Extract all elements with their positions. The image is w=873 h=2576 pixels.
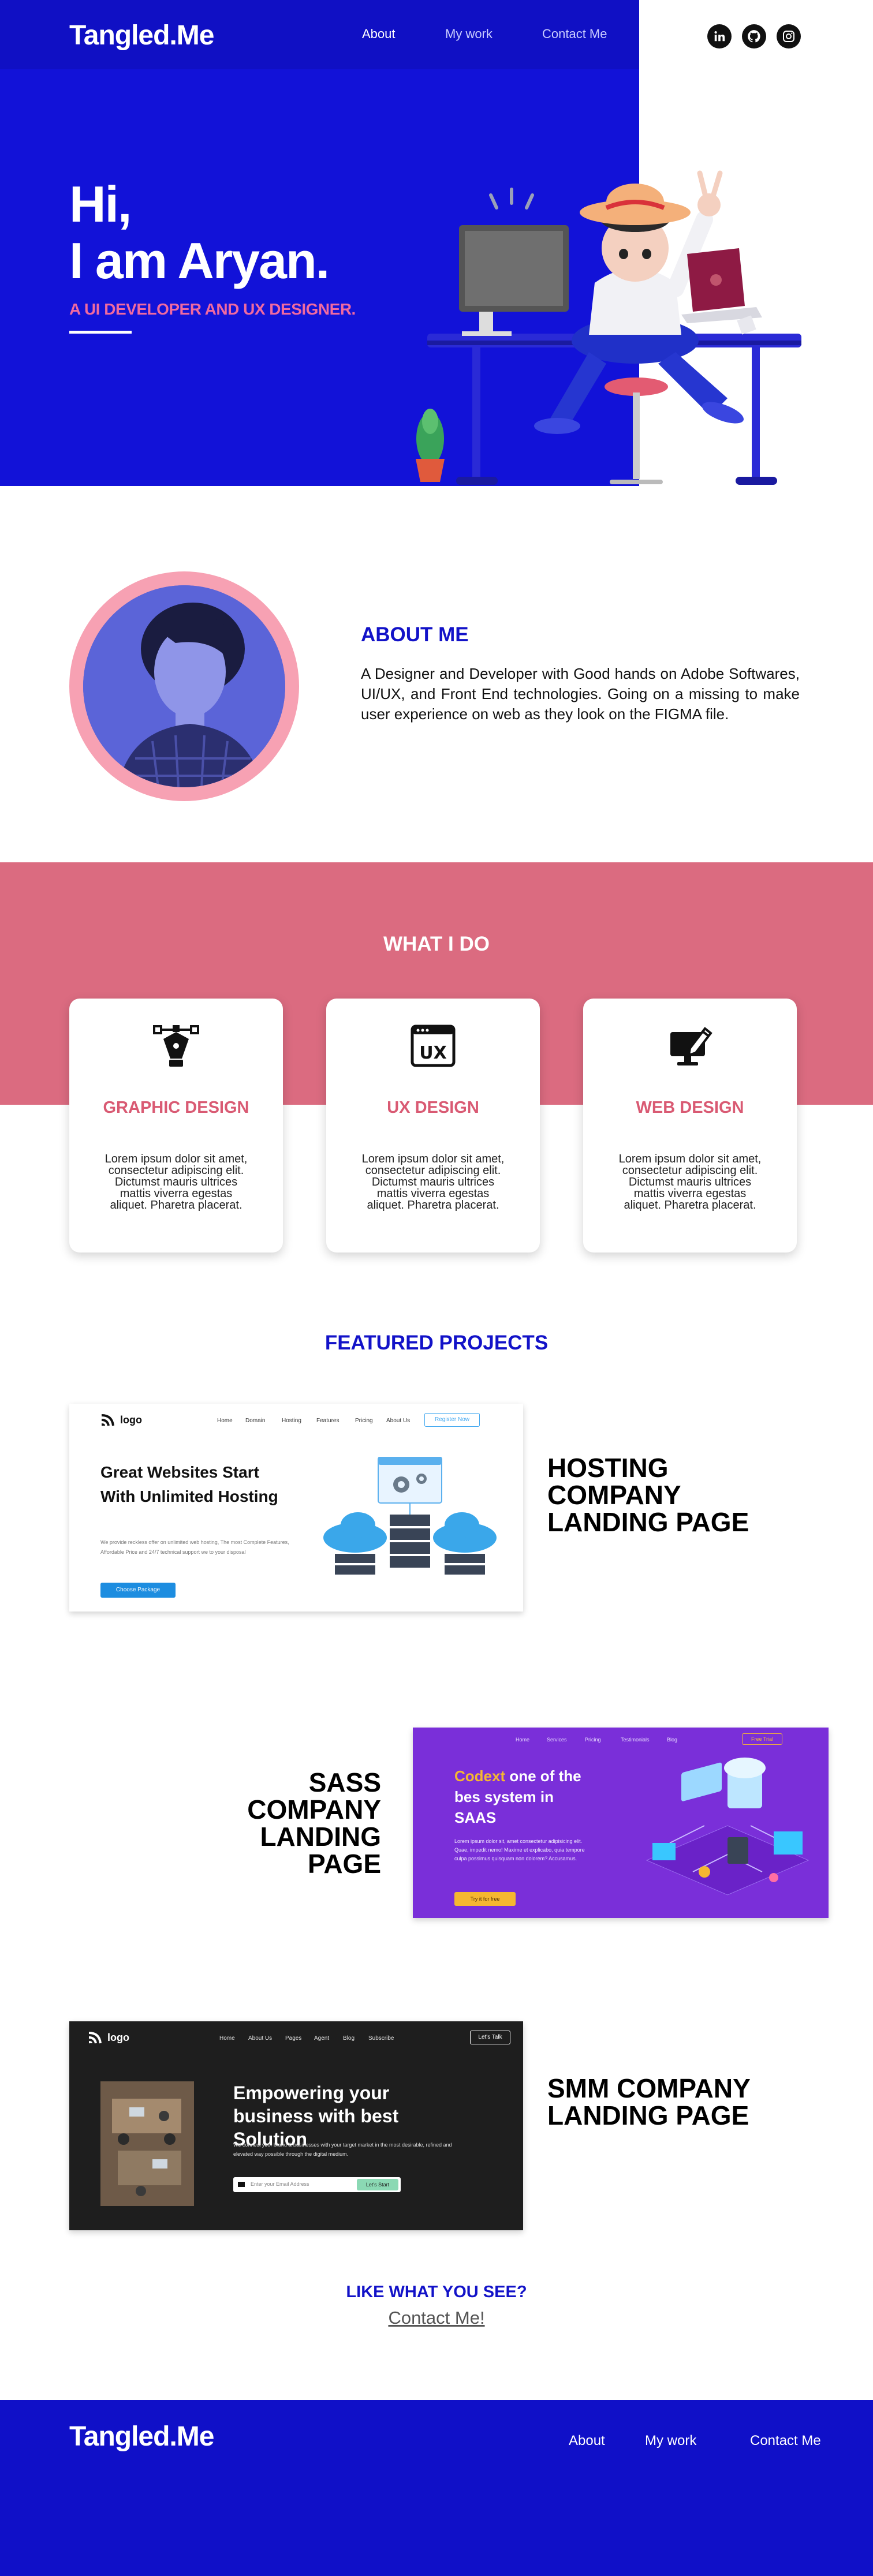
preview-logo: logo	[120, 1414, 142, 1426]
nav-contact[interactable]: Contact Me	[542, 27, 607, 42]
email-field: Enter your Email Address Let's Start	[233, 2177, 401, 2192]
hero-subtitle: A UI DEVELOPER AND UX DESIGNER.	[69, 300, 356, 318]
hero-underline	[69, 331, 132, 334]
monitor-pen-icon	[670, 1027, 712, 1065]
contact-me-link[interactable]: Contact Me!	[0, 2308, 873, 2328]
preview-heading-accent: Codext	[454, 1767, 506, 1785]
preview-nav-item: Services	[547, 1737, 567, 1743]
preview-nav-item: About Us	[386, 1418, 411, 1424]
preview-nav-item: Home	[219, 2035, 235, 2042]
preview-nav-item: Blog	[667, 1737, 678, 1743]
preview-nav-item: Hosting	[282, 1418, 301, 1424]
profile-photo-ring	[69, 571, 299, 801]
preview-heading: Great Websites Start With Unlimited Host…	[100, 1463, 278, 1505]
service-card-ux-design: UX UX DESIGN Lorem ipsum dolor sit amet,…	[326, 999, 540, 1253]
preview-nav-item: Testimonials	[621, 1737, 650, 1743]
site-logo[interactable]: Tangled.Me	[69, 20, 214, 51]
footer-nav-my-work[interactable]: My work	[645, 2433, 696, 2449]
preview-body: Lorem ipsum dolor sit, amet consectetur …	[454, 1838, 585, 1861]
instagram-icon[interactable]	[777, 24, 801, 48]
cta-title: LIKE WHAT YOU SEE?	[346, 2283, 527, 2301]
preview-nav-item: Pricing	[355, 1418, 373, 1424]
service-card-graphic-design: GRAPHIC DESIGN Lorem ipsum dolor sit ame…	[69, 999, 283, 1253]
preview-button: Choose Package	[100, 1583, 176, 1598]
project-preview-smm[interactable]: logo Home About Us Pages Agent Blog Subs…	[69, 2021, 523, 2230]
project-title-sass: SASS COMPANY LANDING PAGE	[247, 1767, 381, 1879]
preview-cta: Free Trial	[742, 1733, 782, 1745]
project-preview-sass[interactable]: Home Services Pricing Testimonials Blog …	[413, 1728, 829, 1918]
profile-photo	[83, 585, 285, 787]
services-title: WHAT I DO	[383, 933, 490, 955]
email-placeholder: Enter your Email Address	[251, 2181, 309, 2187]
nav-my-work[interactable]: My work	[445, 27, 493, 42]
preview-nav-item: Home	[516, 1737, 530, 1743]
pen-tool-icon	[153, 1025, 199, 1067]
preview-nav-item: Pages	[285, 2035, 302, 2042]
preview-nav-item: Features	[316, 1418, 339, 1424]
github-icon[interactable]	[742, 24, 766, 48]
service-card-title: WEB DESIGN	[636, 1098, 744, 1117]
hero-section: Tangled.Me About My work Contact Me Hi, …	[0, 0, 873, 486]
project-preview-hosting[interactable]: logo Home Domain Hosting Features Pricin…	[69, 1404, 523, 1612]
service-card-text: Lorem ipsum dolor sit amet, consectetur …	[105, 1153, 248, 1212]
preview-nav-item: Subscribe	[368, 2035, 394, 2042]
preview-body: We connect your brand & businesses with …	[233, 2142, 452, 2157]
preview-body: We provide reckless offer on unlimited w…	[100, 1539, 289, 1555]
office-photo	[100, 2081, 194, 2206]
project-title-smm: SMM COMPANY LANDING PAGE	[547, 2073, 750, 2130]
projects-title: FEATURED PROJECTS	[324, 1332, 549, 1354]
project-title-hosting: HOSTING COMPANY LANDING PAGE	[547, 1453, 749, 1537]
preview-nav-item: Blog	[343, 2035, 355, 2042]
preview-button: Try it for free	[454, 1892, 516, 1906]
about-title: ABOUT ME	[361, 623, 469, 646]
hero-greeting: Hi,	[69, 175, 132, 233]
ux-window-icon: UX	[411, 1025, 456, 1067]
footer: Tangled.Me About My work Contact Me	[0, 2400, 873, 2576]
service-card-text: Lorem ipsum dolor sit amet, consectetur …	[361, 1153, 505, 1212]
isometric-tech-illustration	[646, 1758, 809, 1895]
preview-nav-item: Domain	[245, 1418, 266, 1424]
preview-cta: Let's Talk	[470, 2031, 510, 2044]
footer-nav-about[interactable]: About	[569, 2433, 605, 2449]
service-card-title: GRAPHIC DESIGN	[103, 1098, 249, 1117]
preview-logo: logo	[107, 2032, 129, 2043]
cloud-servers-illustration	[323, 1457, 497, 1575]
footer-nav-contact[interactable]: Contact Me	[750, 2433, 821, 2449]
preview-cta: Register Now	[424, 1413, 480, 1427]
nav-about[interactable]: About	[362, 27, 396, 42]
svg-text:UX: UX	[419, 1043, 447, 1063]
preview-heading: Codext one of the bes system in SAAS	[454, 1766, 587, 1828]
about-text: A Designer and Developer with Good hands…	[361, 665, 800, 723]
preview-nav-item: About Us	[248, 2035, 273, 2042]
preview-nav-item: Pricing	[585, 1737, 601, 1743]
service-card-title: UX DESIGN	[387, 1098, 479, 1117]
developer-illustration	[416, 170, 801, 485]
service-card-text: Lorem ipsum dolor sit amet, consectetur …	[618, 1153, 762, 1212]
logo-mark-icon	[88, 2032, 102, 2044]
linkedin-icon[interactable]	[707, 24, 732, 48]
logo-mark-icon	[101, 1414, 114, 1426]
footer-logo[interactable]: Tangled.Me	[69, 2421, 214, 2452]
hero-name: I am Aryan.	[69, 232, 330, 289]
preview-button: Let's Start	[357, 2179, 398, 2190]
preview-nav-item: Agent	[314, 2035, 330, 2042]
service-card-web-design: WEB DESIGN Lorem ipsum dolor sit amet, c…	[583, 999, 797, 1253]
mail-icon	[238, 2182, 245, 2187]
preview-nav-item: Home	[217, 1418, 233, 1424]
portfolio-page: Tangled.Me About My work Contact Me Hi, …	[0, 0, 873, 2576]
